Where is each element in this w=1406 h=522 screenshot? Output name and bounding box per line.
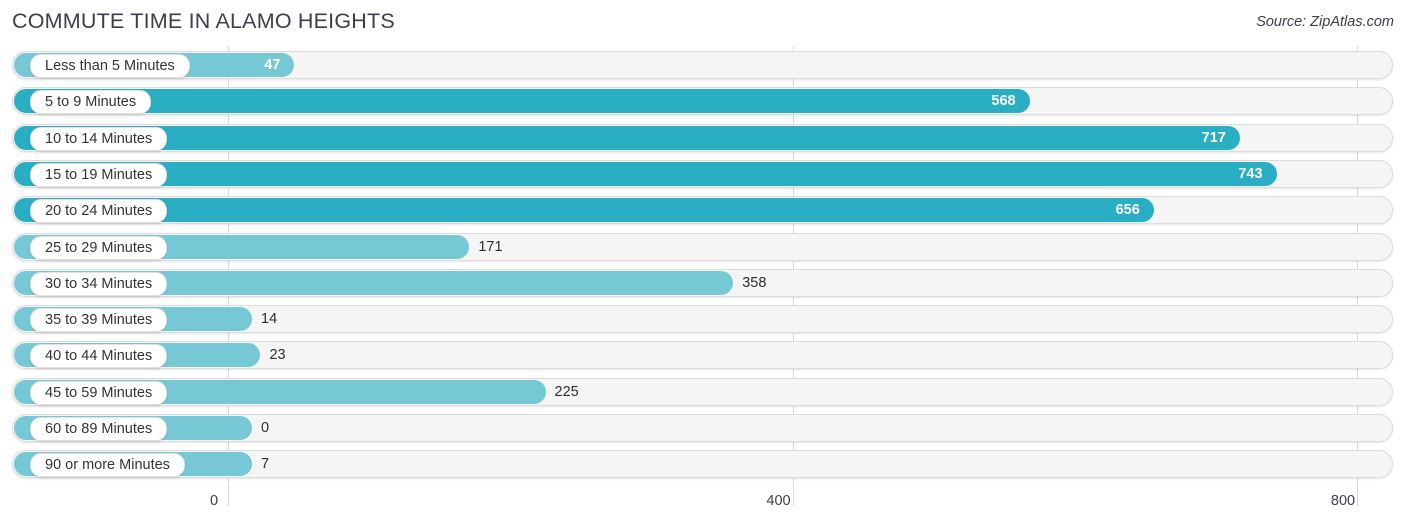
axis-tick-label-800: 800	[1330, 493, 1356, 509]
chart-header: COMMUTE TIME IN ALAMO HEIGHTS Source: Zi…	[0, 0, 1406, 44]
x-axis: 0 400 800	[0, 484, 1406, 522]
bar-category-label: 60 to 89 Minutes	[30, 417, 168, 441]
bar-value-label: 225	[554, 383, 579, 400]
bar-category-label: 20 to 24 Minutes	[30, 199, 168, 224]
bar-value-label: 568	[991, 93, 1016, 110]
bar-value-label: 14	[261, 311, 278, 328]
bar-category-label: 40 to 44 Minutes	[30, 344, 168, 369]
bar-fill[interactable]	[14, 89, 1030, 114]
bar-row[interactable]: 60 to 89 Minutes 0	[0, 412, 1406, 444]
bar-value-label: 0	[261, 420, 270, 436]
bar-value-label: 743	[1238, 165, 1263, 182]
bar-row[interactable]: 10 to 14 Minutes 717	[0, 122, 1406, 154]
bar-category-label: Less than 5 Minutes	[30, 54, 190, 78]
bar-row[interactable]: Less than 5 Minutes 47	[0, 49, 1406, 81]
bar-row[interactable]: 15 to 19 Minutes 743	[0, 158, 1406, 190]
bar-row[interactable]: 90 or more Minutes 7	[0, 448, 1406, 480]
bar-row[interactable]: 40 to 44 Minutes 23	[0, 339, 1406, 371]
bar-row[interactable]: 45 to 59 Minutes 225	[0, 376, 1406, 408]
bar-value-label: 23	[269, 347, 286, 364]
source-attribution: Source: ZipAtlas.com	[1256, 14, 1394, 30]
bar-fill[interactable]	[14, 198, 1154, 223]
bar-fill[interactable]	[14, 161, 1277, 186]
plot-area: Less than 5 Minutes 47 5 to 9 Minutes 568 10…	[0, 44, 1406, 484]
bar-category-label: 35 to 39 Minutes	[30, 308, 168, 333]
axis-tick-mark-400	[792, 484, 794, 506]
axis-tick-mark-800	[1357, 484, 1358, 506]
chart-container: COMMUTE TIME IN ALAMO HEIGHTS Source: Zi…	[0, 0, 1406, 522]
bar-fill[interactable]	[14, 125, 1240, 150]
bar-category-label: 90 or more Minutes	[30, 453, 185, 478]
bar-row[interactable]: 30 to 34 Minutes 358	[0, 267, 1406, 299]
axis-tick-label-0: 0	[209, 493, 219, 509]
bar-value-label: 656	[1115, 202, 1140, 219]
bar-category-label: 30 to 34 Minutes	[30, 271, 168, 296]
bar-value-label: 717	[1201, 129, 1226, 146]
axis-tick-mark-0	[228, 484, 229, 506]
bar-value-label: 47	[264, 57, 281, 73]
bar-row[interactable]: 20 to 24 Minutes 656	[0, 194, 1406, 226]
bar-value-label: 7	[261, 456, 270, 473]
bar-category-label: 5 to 9 Minutes	[30, 90, 152, 115]
bar-row[interactable]: 25 to 29 Minutes 171	[0, 231, 1406, 263]
axis-tick-label-400: 400	[766, 493, 791, 509]
bar-row[interactable]: 35 to 39 Minutes 14	[0, 303, 1406, 335]
page-title: COMMUTE TIME IN ALAMO HEIGHTS	[12, 9, 395, 33]
bar-value-label: 171	[478, 238, 503, 255]
bar-category-label: 25 to 29 Minutes	[30, 235, 168, 260]
bar-category-label: 15 to 19 Minutes	[30, 162, 168, 187]
bar-rows: Less than 5 Minutes 47 5 to 9 Minutes 568 10…	[0, 44, 1406, 484]
bar-category-label: 45 to 59 Minutes	[30, 380, 168, 405]
bar-value-label: 358	[742, 274, 767, 291]
bar-row[interactable]: 5 to 9 Minutes 568	[0, 85, 1406, 117]
bar-category-label: 10 to 14 Minutes	[30, 126, 168, 151]
